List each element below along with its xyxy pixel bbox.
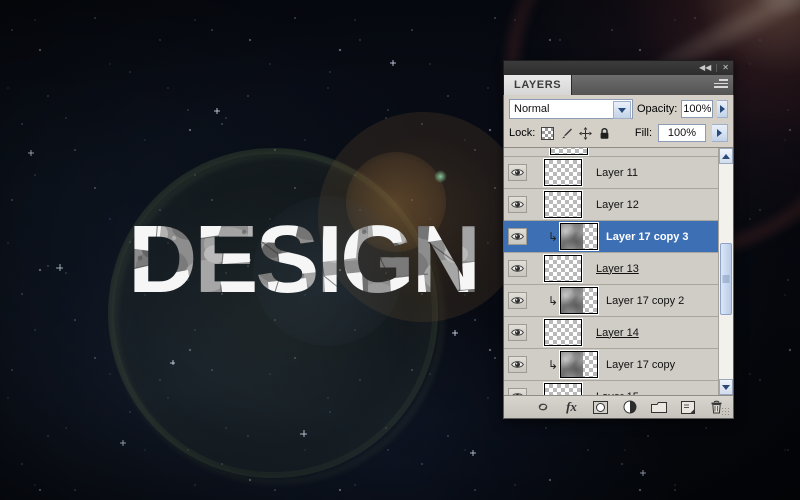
fill-input[interactable]: 100%	[658, 124, 706, 142]
table-row[interactable]: Layer 12	[504, 189, 719, 221]
panel-titlebar: ◀◀ ✕	[503, 60, 734, 75]
layer-name: Layer 11	[596, 166, 638, 179]
lock-all-padlock-icon[interactable]	[598, 127, 611, 140]
sparkle-star	[120, 440, 126, 446]
close-icon[interactable]: ✕	[722, 64, 729, 72]
table-row[interactable]: Layer 15	[504, 381, 719, 395]
table-row[interactable]: Layer 13	[504, 253, 719, 285]
layer-thumbnail[interactable]	[550, 148, 588, 155]
tab-layers[interactable]: LAYERS	[504, 75, 573, 95]
eye-visibility-icon[interactable]	[508, 356, 527, 373]
sparkle-star	[56, 264, 63, 271]
table-row[interactable]: ↳ Layer 17 copy 3	[504, 221, 719, 253]
layer-thumbnail[interactable]	[544, 383, 582, 395]
blend-mode-select[interactable]: Normal	[509, 99, 633, 119]
blend-mode-value: Normal	[514, 103, 550, 115]
layer-thumbnail[interactable]	[544, 159, 582, 186]
add-layer-mask-icon[interactable]	[593, 399, 609, 415]
opacity-stepper-icon[interactable]	[717, 100, 728, 118]
tab-row-filler	[572, 75, 733, 95]
opacity-input[interactable]: 100%	[681, 100, 714, 118]
layer-name: Layer 17 copy 2	[606, 294, 685, 307]
chevron-down-icon[interactable]	[613, 101, 631, 119]
eye-visibility-icon[interactable]	[508, 324, 527, 341]
sparkle-star	[214, 108, 220, 114]
link-layers-icon[interactable]	[535, 399, 551, 415]
eye-visibility-icon[interactable]	[508, 228, 527, 245]
layer-panel-footer: fx	[504, 396, 733, 418]
sparkle-star	[640, 470, 646, 476]
thumbnail-texture	[561, 224, 583, 249]
titlebar-divider	[716, 64, 718, 72]
fill-label: Fill:	[634, 127, 652, 139]
clipping-mask-arrow-icon: ↳	[548, 293, 559, 308]
sparkle-star	[170, 360, 175, 365]
lock-transparency-icon[interactable]	[541, 126, 555, 140]
lock-fill-row: Lock: Fill: 100%	[504, 119, 733, 147]
layer-thumbnail[interactable]	[560, 223, 598, 250]
layer-list-scrollbar[interactable]	[718, 148, 733, 395]
bokeh-ring-left-edge	[112, 152, 444, 484]
layer-thumbnail[interactable]	[544, 319, 582, 346]
eye-visibility-icon[interactable]	[508, 388, 527, 395]
lock-label: Lock:	[509, 127, 536, 139]
layer-thumbnail[interactable]	[560, 351, 598, 378]
lock-image-brush-icon[interactable]	[560, 127, 573, 140]
layer-name: Layer 17 copy 3	[606, 230, 689, 243]
panel-tab-row: LAYERS	[503, 75, 734, 95]
table-row[interactable]: ↳ Layer 17 copy	[504, 349, 719, 381]
thumbnail-texture	[561, 288, 583, 313]
scroll-up-arrow-icon[interactable]	[719, 148, 733, 164]
opacity-label: Opacity:	[637, 103, 678, 115]
layers-panel[interactable]: ◀◀ ✕ LAYERS Normal Opacity: 100% Lock: F…	[503, 60, 734, 419]
new-layer-icon[interactable]	[680, 399, 696, 415]
layer-thumbnail[interactable]	[560, 287, 598, 314]
sparkle-star	[452, 330, 458, 336]
clipping-mask-arrow-icon: ↳	[548, 357, 559, 372]
panel-menu-icon[interactable]	[714, 79, 728, 90]
thumbnail-texture	[561, 352, 583, 377]
fill-stepper-icon[interactable]	[712, 124, 728, 142]
layer-style-fx-icon[interactable]: fx	[564, 399, 580, 415]
scrollbar-thumb[interactable]	[720, 243, 732, 315]
layer-name: Layer 12	[596, 198, 639, 211]
eye-visibility-icon[interactable]	[508, 292, 527, 309]
bokeh-dot-green	[434, 170, 447, 183]
table-row[interactable]: ↳ Layer 17 copy 2	[504, 285, 719, 317]
panel-body: Normal Opacity: 100% Lock: Fill: 100% La…	[503, 95, 734, 419]
bokeh-ring-left	[108, 148, 438, 478]
eye-visibility-icon[interactable]	[508, 196, 527, 213]
layer-name: Layer 13	[596, 262, 639, 275]
blend-opacity-row: Normal Opacity: 100%	[504, 95, 733, 119]
table-row[interactable]: Layer 11	[504, 157, 719, 189]
eye-visibility-icon[interactable]	[508, 260, 527, 277]
collapse-double-arrow-icon[interactable]: ◀◀	[699, 64, 711, 72]
design-word-artwork: DESIGN	[128, 218, 488, 308]
layer-rows: Layer 11 Layer 12 ↳ Layer 17 copy 3 Layer 13…	[504, 148, 719, 395]
layer-thumbnail[interactable]	[544, 255, 582, 282]
sparkle-star	[300, 430, 307, 437]
panel-resize-grip[interactable]	[721, 407, 730, 416]
sparkle-star	[28, 150, 34, 156]
layer-name: Layer 14	[596, 326, 639, 339]
sparkle-star	[390, 60, 396, 66]
layer-name: Layer 17 copy	[606, 358, 676, 371]
layer-list[interactable]: Layer 11 Layer 12 ↳ Layer 17 copy 3 Layer 13…	[504, 147, 733, 396]
clipping-mask-arrow-icon: ↳	[548, 229, 559, 244]
layer-thumbnail[interactable]	[544, 191, 582, 218]
adjustment-layer-icon[interactable]	[622, 399, 638, 415]
table-row[interactable]: Layer 14	[504, 317, 719, 349]
sparkle-star	[470, 450, 476, 456]
table-row-partial[interactable]	[504, 148, 719, 157]
eye-visibility-icon[interactable]	[508, 164, 527, 181]
new-group-folder-icon[interactable]	[650, 399, 667, 415]
scroll-down-arrow-icon[interactable]	[719, 379, 733, 395]
lock-position-move-icon[interactable]	[579, 126, 593, 140]
